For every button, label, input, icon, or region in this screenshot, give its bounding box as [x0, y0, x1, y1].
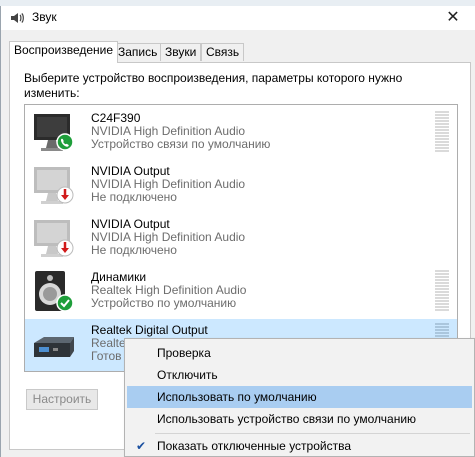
close-button[interactable]: ✕ — [431, 6, 475, 30]
tab-playback[interactable]: Воспроизведение — [9, 41, 119, 63]
volume-meter — [435, 270, 449, 314]
monitor-icon — [34, 220, 74, 257]
tab-sounds[interactable]: Звуки — [160, 43, 202, 61]
phone-badge-icon — [56, 133, 74, 151]
menu-separator — [155, 433, 470, 434]
default-check-badge-icon — [56, 294, 74, 312]
device-list[interactable]: C24F390 NVIDIA High Definition Audio Уст… — [24, 104, 458, 372]
close-icon: ✕ — [446, 9, 460, 26]
menu-item-label: Показать отключенные устройства — [157, 439, 352, 453]
device-status: Готов — [91, 349, 122, 363]
window-title: Звук — [32, 10, 57, 24]
device-status: Не подключено — [91, 190, 177, 204]
device-status: Устройство связи по умолчанию — [91, 137, 271, 151]
device-status: Не подключено — [91, 243, 177, 257]
device-driver: NVIDIA High Definition Audio — [91, 124, 246, 138]
speaker-icon — [11, 13, 24, 23]
device-name: NVIDIA Output — [91, 217, 170, 231]
device-item[interactable]: C24F390 NVIDIA High Definition Audio Уст… — [25, 107, 457, 160]
device-name: Динамики — [91, 270, 147, 284]
tab-communications[interactable]: Связь — [201, 43, 245, 61]
digital-output-icon — [34, 337, 74, 357]
device-name: NVIDIA Output — [91, 164, 170, 178]
device-item[interactable]: Динамики Realtek High Definition Audio У… — [25, 266, 457, 319]
checkmark-icon: ✔ — [136, 439, 147, 453]
menu-item-test[interactable]: Проверка — [127, 342, 472, 364]
menu-item-set-default[interactable]: Использовать по умолчанию — [127, 386, 472, 408]
menu-item-set-default-communication[interactable]: Использовать устройство связи по умолчан… — [127, 408, 472, 430]
tab-recording[interactable]: Запись — [113, 43, 163, 61]
disconnected-badge-icon — [56, 239, 74, 257]
context-menu: Проверка Отключить Использовать по умолч… — [124, 338, 475, 457]
monitor-icon — [34, 167, 74, 204]
speaker-icon — [35, 271, 74, 312]
menu-item-show-disabled[interactable]: ✔ Показать отключенные устройства — [127, 435, 472, 457]
configure-button[interactable]: Настроить — [26, 389, 98, 410]
device-item[interactable]: NVIDIA Output NVIDIA High Definition Aud… — [25, 213, 457, 266]
disconnected-badge-icon — [56, 186, 74, 204]
device-item[interactable]: NVIDIA Output NVIDIA High Definition Aud… — [25, 160, 457, 213]
device-driver: NVIDIA High Definition Audio — [91, 230, 246, 244]
menu-item-disable[interactable]: Отключить — [127, 364, 472, 386]
device-driver: Realtek High Definition Audio — [91, 283, 247, 297]
volume-meter — [435, 111, 449, 155]
device-name: Realtek Digital Output — [91, 323, 208, 337]
title-bar[interactable]: Звук ✕ — [1, 6, 475, 30]
instructions-text: Выберите устройство воспроизведения, пар… — [24, 71, 403, 100]
device-driver: NVIDIA High Definition Audio — [91, 177, 246, 191]
device-name: C24F390 — [91, 111, 141, 125]
monitor-icon — [34, 114, 74, 151]
device-status: Устройство по умолчанию — [91, 296, 237, 310]
